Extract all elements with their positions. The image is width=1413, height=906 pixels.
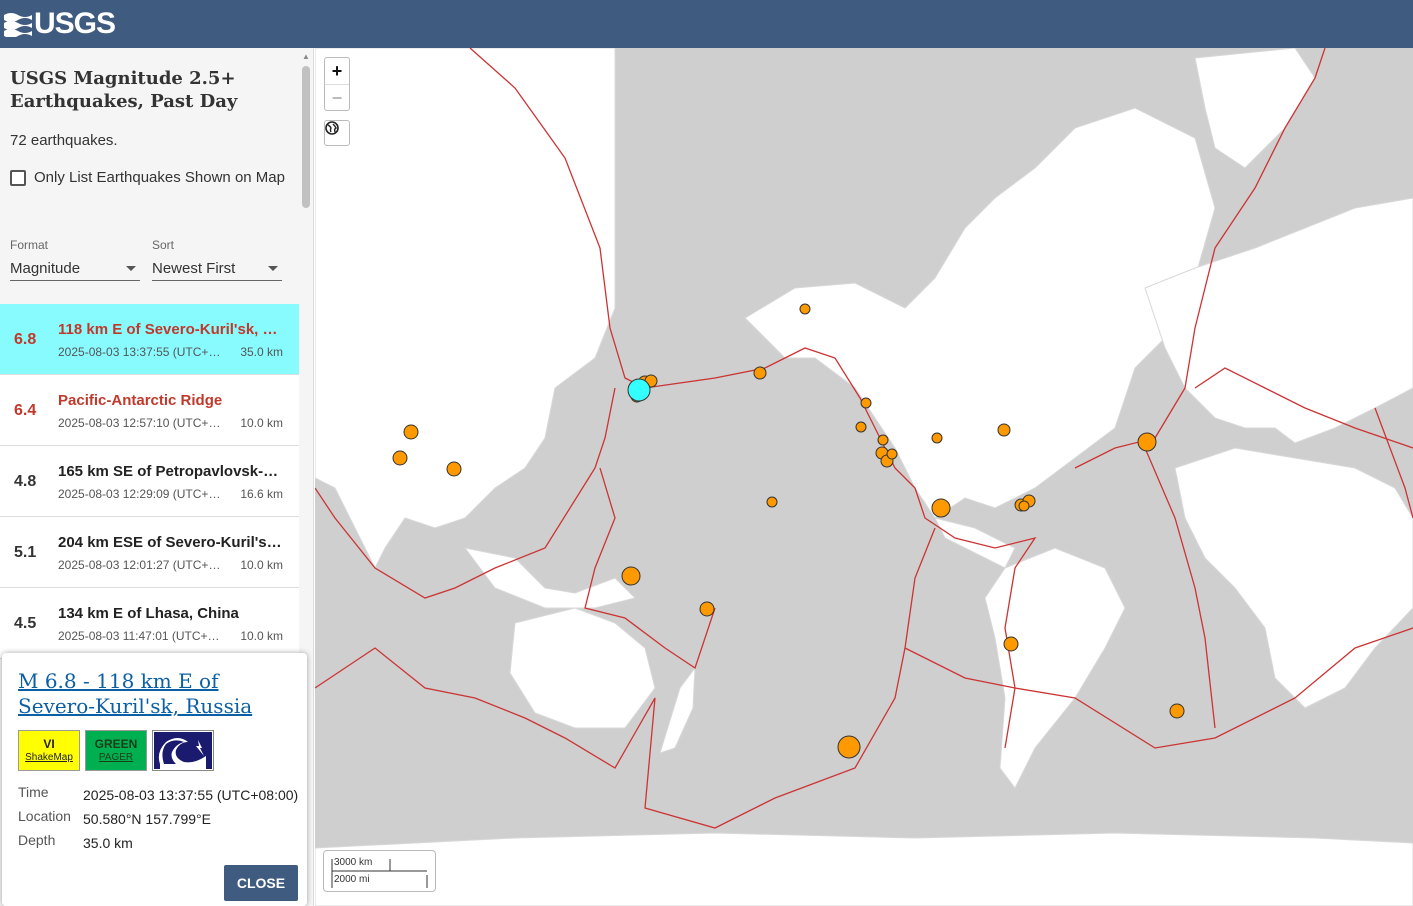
only-list-checkbox-row[interactable]: Only List Earthquakes Shown on Map bbox=[10, 166, 290, 190]
eq-magnitude: 6.8 bbox=[14, 331, 37, 348]
quake-marker[interactable] bbox=[1137, 432, 1157, 452]
time-label: Time bbox=[18, 784, 49, 800]
sidebar-scrollbar[interactable] bbox=[302, 66, 310, 208]
zoom-controls: + − bbox=[324, 57, 350, 111]
tsunami-badge[interactable] bbox=[152, 730, 214, 771]
tsunami-wave-icon bbox=[154, 732, 212, 769]
zoom-out-button[interactable]: − bbox=[325, 84, 349, 110]
popup-badges: VI ShakeMap GREEN PAGER bbox=[18, 730, 214, 771]
location-value: 50.580°N 157.799°E bbox=[83, 811, 211, 827]
format-label: Format bbox=[10, 238, 49, 252]
eq-magnitude: 4.5 bbox=[14, 615, 37, 632]
logo-text: USGS bbox=[34, 7, 116, 40]
quake-marker[interactable] bbox=[446, 461, 462, 477]
depth-label: Depth bbox=[18, 832, 56, 848]
header: USGS bbox=[0, 0, 1413, 48]
earthquake-count: 72 earthquakes. bbox=[10, 132, 118, 149]
eq-place: 118 km E of Severo-Kuril'sk, Russia bbox=[58, 321, 284, 338]
world-map[interactable] bbox=[315, 48, 1413, 906]
eq-depth: 10.0 km bbox=[240, 416, 283, 430]
eq-place: 204 km ESE of Severo-Kuril'sk, Russia bbox=[58, 534, 284, 551]
quake-marker[interactable] bbox=[931, 432, 943, 444]
usgs-wave-icon bbox=[4, 13, 32, 37]
pager-level: GREEN bbox=[94, 736, 138, 751]
eq-magnitude: 4.8 bbox=[14, 473, 37, 490]
time-value: 2025-08-03 13:37:55 (UTC+08:00) bbox=[83, 787, 299, 803]
eq-time: 2025-08-03 12:29:09 (UTC+08:00) bbox=[58, 487, 226, 501]
quake-marker[interactable] bbox=[886, 448, 898, 460]
sort-select-group: Sort Newest First bbox=[152, 238, 282, 281]
quake-marker[interactable] bbox=[1018, 500, 1030, 512]
quake-marker[interactable] bbox=[1169, 703, 1185, 719]
pager-label: PAGER bbox=[98, 751, 134, 763]
quake-marker[interactable] bbox=[392, 450, 408, 466]
eq-depth: 10.0 km bbox=[240, 629, 283, 643]
popup-title-link[interactable]: M 6.8 - 118 km E of Severo-Kuril'sk, Rus… bbox=[18, 669, 298, 719]
shakemap-level: VI bbox=[43, 736, 55, 751]
earthquake-list-item[interactable]: 6.4 Pacific-Antarctic Ridge 2025-08-03 1… bbox=[0, 375, 299, 446]
quake-marker[interactable] bbox=[753, 366, 767, 380]
page-title: USGS Magnitude 2.5+ Earthquakes, Past Da… bbox=[10, 68, 238, 112]
eq-depth: 16.6 km bbox=[240, 487, 283, 501]
earthquake-list-item[interactable]: 4.5 134 km E of Lhasa, China 2025-08-03 … bbox=[0, 588, 299, 659]
quake-marker[interactable] bbox=[621, 566, 641, 586]
map[interactable]: + − 3000 km 2000 mi bbox=[315, 48, 1413, 906]
quake-marker[interactable] bbox=[860, 397, 872, 409]
eq-depth: 35.0 km bbox=[240, 345, 283, 359]
earthquake-list-item[interactable]: 6.8 118 km E of Severo-Kuril'sk, Russia … bbox=[0, 304, 299, 375]
sort-select[interactable]: Newest First bbox=[152, 257, 282, 281]
quake-marker[interactable] bbox=[837, 735, 861, 759]
globe-icon bbox=[325, 121, 339, 135]
earthquake-list-item[interactable]: 5.1 204 km ESE of Severo-Kuril'sk, Russi… bbox=[0, 517, 299, 588]
shakemap-label: ShakeMap bbox=[25, 751, 73, 763]
eq-place: 165 km SE of Petropavlovsk-Kamchatsky, R… bbox=[58, 463, 284, 480]
format-select-group: Format Magnitude bbox=[10, 238, 140, 281]
scroll-up-arrow-icon[interactable]: ▲ bbox=[302, 52, 310, 62]
quake-marker[interactable] bbox=[997, 423, 1011, 437]
map-scale: 3000 km 2000 mi bbox=[323, 850, 436, 892]
depth-value: 35.0 km bbox=[83, 835, 133, 851]
format-value: Magnitude bbox=[10, 260, 81, 277]
pager-badge[interactable]: GREEN PAGER bbox=[85, 730, 147, 771]
sort-value: Newest First bbox=[152, 260, 236, 277]
eq-magnitude: 5.1 bbox=[14, 544, 37, 561]
eq-place: Pacific-Antarctic Ridge bbox=[58, 392, 223, 409]
only-list-checkbox[interactable] bbox=[10, 170, 26, 186]
eq-magnitude: 6.4 bbox=[14, 402, 37, 419]
quake-marker[interactable] bbox=[855, 421, 867, 433]
dropdown-caret-icon bbox=[268, 266, 278, 271]
shakemap-badge[interactable]: VI ShakeMap bbox=[18, 730, 80, 771]
format-select[interactable]: Magnitude bbox=[10, 257, 140, 281]
quake-marker[interactable] bbox=[1003, 636, 1019, 652]
earthquake-popup: M 6.8 - 118 km E of Severo-Kuril'sk, Rus… bbox=[2, 653, 307, 906]
eq-time: 2025-08-03 11:47:01 (UTC+08:00) bbox=[58, 629, 226, 643]
eq-time: 2025-08-03 12:01:27 (UTC+08:00) bbox=[58, 558, 226, 572]
quake-marker[interactable] bbox=[403, 424, 419, 440]
earthquake-list-item[interactable]: 4.8 165 km SE of Petropavlovsk-Kamchatsk… bbox=[0, 446, 299, 517]
dropdown-caret-icon bbox=[126, 266, 136, 271]
selected-quake-marker[interactable] bbox=[627, 378, 651, 402]
eq-time: 2025-08-03 13:37:55 (UTC+08:00) bbox=[58, 345, 226, 359]
quake-marker[interactable] bbox=[799, 303, 811, 315]
quake-marker[interactable] bbox=[931, 498, 951, 518]
scale-bar bbox=[331, 859, 428, 888]
location-label: Location bbox=[18, 808, 71, 824]
sort-label: Sort bbox=[152, 238, 175, 252]
quake-marker[interactable] bbox=[699, 601, 715, 617]
only-list-label: Only List Earthquakes Shown on Map bbox=[34, 169, 285, 186]
eq-depth: 10.0 km bbox=[240, 558, 283, 572]
eq-place: 134 km E of Lhasa, China bbox=[58, 605, 239, 622]
globe-button[interactable] bbox=[324, 120, 350, 146]
close-button[interactable]: CLOSE bbox=[224, 865, 298, 901]
quake-marker[interactable] bbox=[766, 496, 778, 508]
usgs-logo[interactable]: USGS bbox=[4, 6, 116, 42]
eq-time: 2025-08-03 12:57:10 (UTC+08:00) bbox=[58, 416, 226, 430]
quake-marker[interactable] bbox=[877, 434, 889, 446]
zoom-in-button[interactable]: + bbox=[325, 58, 349, 84]
popup-details: Time 2025-08-03 13:37:55 (UTC+08:00) Loca… bbox=[18, 784, 298, 856]
